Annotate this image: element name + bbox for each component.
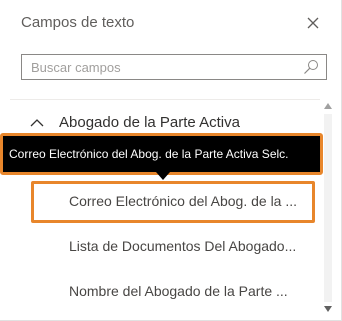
search-input[interactable] (22, 55, 301, 79)
close-button[interactable] (302, 12, 324, 34)
field-label: Nombre del Abogado de la Parte ... (69, 283, 288, 299)
search-box (21, 54, 327, 80)
field-label: Correo Electrónico del Abog. de la ... (69, 193, 298, 209)
field-item-correo-electronico[interactable]: Correo Electrónico del Abog. de la ... (31, 181, 315, 223)
panel-title: Campos de texto (21, 14, 135, 31)
search-icon[interactable] (303, 59, 319, 75)
chevron-up-icon (30, 119, 44, 127)
field-label: Lista de Documentos Del Abogado... (69, 238, 297, 254)
tooltip-beak (156, 172, 170, 180)
close-icon (307, 17, 319, 29)
field-item-lista-documentos[interactable]: Lista de Documentos Del Abogado... (31, 226, 315, 268)
scroll-up-arrow-icon[interactable] (324, 103, 332, 109)
field-item-nombre-abogado[interactable]: Nombre del Abogado de la Parte ... (31, 271, 315, 313)
field-tooltip: Correo Electrónico del Abog. de la Parte… (0, 133, 323, 175)
vertical-scrollbar[interactable] (321, 100, 335, 317)
scroll-thumb[interactable] (324, 114, 332, 302)
text-fields-panel: Campos de texto Abogado de la Parte Acti… (0, 0, 342, 321)
scroll-down-arrow-icon[interactable] (324, 306, 332, 312)
group-label: Abogado de la Parte Activa (59, 114, 240, 131)
